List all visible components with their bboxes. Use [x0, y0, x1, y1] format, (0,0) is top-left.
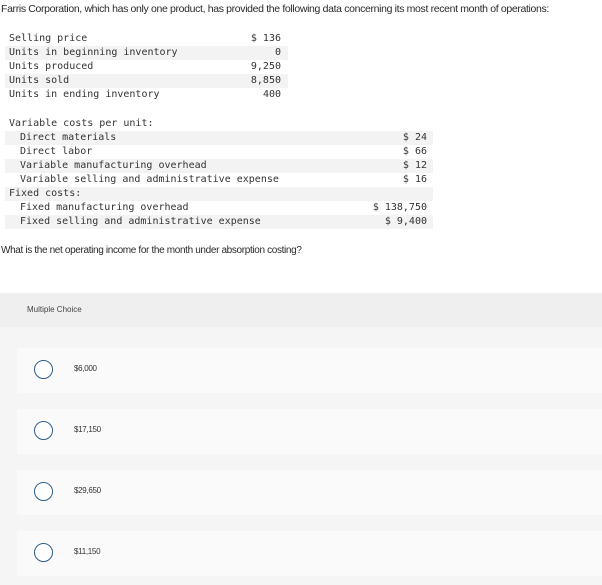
radio-button-icon[interactable]	[34, 360, 53, 379]
variable-costs-header: Variable costs per unit:	[9, 118, 154, 129]
row-value: 0	[209, 46, 288, 60]
row-label: Variable manufacturing overhead	[5, 159, 360, 173]
multiple-choice-label: Multiple Choice	[27, 305, 82, 314]
answer-option-3[interactable]: $29,650	[17, 470, 602, 515]
row-value: $ 138,750	[372, 202, 427, 213]
option-label: $17,150	[74, 425, 101, 434]
section-header-row: Fixed costs:	[5, 187, 433, 201]
row-value: $ 66	[402, 146, 427, 157]
row-value: $ 9,400	[360, 215, 433, 229]
question-text: What is the net operating income for the…	[1, 245, 302, 256]
multiple-choice-header: Multiple Choice	[0, 293, 602, 327]
row-label: Variable selling and administrative expe…	[20, 174, 279, 185]
problem-intro-text: Farris Corporation, which has only one p…	[1, 3, 549, 15]
radio-button-icon[interactable]	[34, 482, 53, 501]
answer-option-2[interactable]: $17,150	[17, 409, 602, 454]
row-label: Selling price	[9, 33, 88, 44]
row-label: Direct materials	[5, 131, 360, 145]
option-label: $11,150	[74, 547, 101, 556]
cost-data-table: Variable costs per unit: Direct material…	[5, 117, 433, 229]
table-row: Variable manufacturing overhead $ 12	[5, 159, 433, 173]
row-value: 400	[262, 89, 281, 100]
row-value: $ 24	[360, 131, 433, 145]
row-label: Fixed manufacturing overhead	[20, 202, 189, 213]
option-label: $29,650	[74, 486, 101, 495]
table-row: Selling price $ 136	[5, 32, 288, 46]
row-label: Units in beginning inventory	[5, 46, 209, 60]
answer-option-4[interactable]: $11,150	[17, 531, 602, 576]
answer-option-1[interactable]: $6,000	[17, 348, 602, 393]
row-value: 9,250	[250, 61, 281, 72]
row-label: Units sold	[5, 74, 209, 88]
row-label: Units in ending inventory	[9, 89, 160, 100]
fixed-costs-header: Fixed costs:	[5, 187, 360, 201]
table-row: Units in beginning inventory 0	[5, 46, 288, 60]
row-label: Direct labor	[20, 146, 93, 157]
row-value: $ 16	[402, 174, 427, 185]
table-row: Units sold 8,850	[5, 74, 288, 88]
table-row: Fixed selling and administrative expense…	[5, 215, 433, 229]
table-row: Variable selling and administrative expe…	[5, 173, 433, 187]
table-row: Units produced 9,250	[5, 60, 288, 74]
section-header-row: Variable costs per unit:	[5, 117, 433, 131]
row-value: $ 136	[250, 33, 281, 44]
radio-button-icon[interactable]	[34, 543, 53, 562]
table-row: Fixed manufacturing overhead $ 138,750	[5, 201, 433, 215]
basic-data-table: Selling price $ 136 Units in beginning i…	[5, 32, 288, 102]
table-row: Direct materials $ 24	[5, 131, 433, 145]
table-row: Units in ending inventory 400	[5, 88, 288, 102]
row-label: Fixed selling and administrative expense	[5, 215, 360, 229]
row-label: Units produced	[9, 61, 94, 72]
row-value: $ 12	[360, 159, 433, 173]
table-row: Direct labor $ 66	[5, 145, 433, 159]
radio-button-icon[interactable]	[34, 421, 53, 440]
option-label: $6,000	[74, 364, 97, 373]
row-value: 8,850	[209, 74, 288, 88]
